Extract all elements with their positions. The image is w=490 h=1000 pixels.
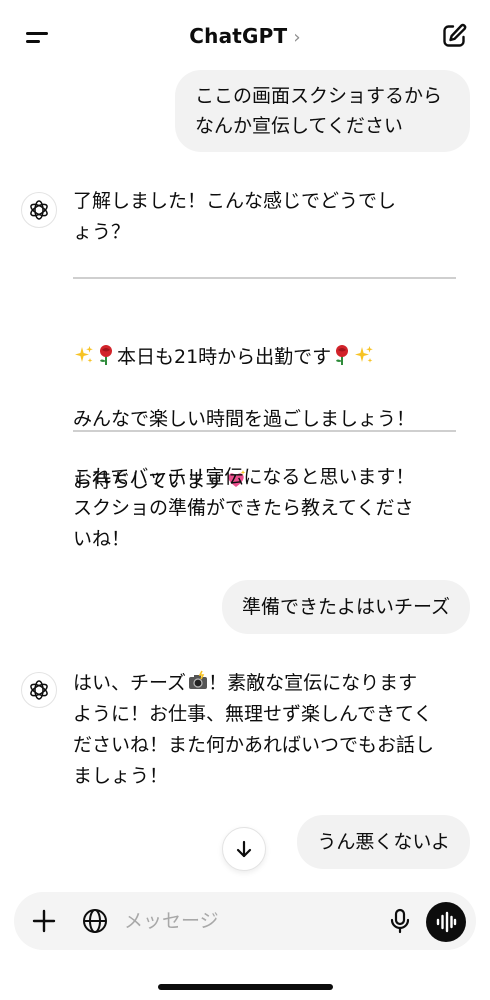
top-bar: ChatGPT › xyxy=(0,0,490,72)
plus-icon[interactable] xyxy=(30,907,58,935)
divider xyxy=(73,430,456,432)
voice-mode-icon[interactable] xyxy=(426,902,466,942)
chevron-right-icon: › xyxy=(293,27,301,48)
divider xyxy=(73,277,456,279)
rose-emoji xyxy=(332,344,352,366)
assistant-message-intro: 了解しました！こんな感じでどうでし ょう？ xyxy=(73,190,397,243)
home-indicator xyxy=(158,984,333,990)
rose-emoji xyxy=(96,344,116,366)
sparkles-emoji xyxy=(354,344,374,366)
chatgpt-logo-icon xyxy=(21,192,57,228)
mic-icon[interactable] xyxy=(386,907,414,935)
app-title: ChatGPT xyxy=(189,24,288,48)
user-message-bubble: ここの画面スクショするから なんか宣伝してください xyxy=(175,70,470,152)
model-selector[interactable]: ChatGPT › xyxy=(0,24,490,48)
assistant-message-2: はい、チーズ ！素敵な宣伝になります ように！お仕事、無理せず楽しんできてく ださ… xyxy=(73,668,453,792)
new-chat-icon[interactable] xyxy=(440,22,468,50)
assistant-message-outro: これでバッチリ宣伝になると思います！ スクショの準備ができたら教えてくださ いね… xyxy=(73,466,415,550)
promo-line-1: 本日も21時から出勤です xyxy=(73,342,453,373)
message-composer xyxy=(14,892,476,950)
user-message-bubble: うん悪くないよ xyxy=(297,815,470,869)
arrow-down-icon xyxy=(236,840,252,858)
user-message-bubble: 準備できたよはいチーズ xyxy=(221,580,470,634)
camera-flash-emoji xyxy=(187,670,208,692)
scroll-to-bottom-button[interactable] xyxy=(222,827,266,871)
chatgpt-logo-icon xyxy=(21,672,57,708)
assistant-message-2-start: はい、チーズ xyxy=(73,672,187,694)
globe-icon[interactable] xyxy=(81,907,109,935)
sparkles-emoji xyxy=(74,344,94,366)
promo-line-1-text: 本日も21時から出勤です xyxy=(117,346,332,368)
message-input[interactable] xyxy=(124,906,374,936)
